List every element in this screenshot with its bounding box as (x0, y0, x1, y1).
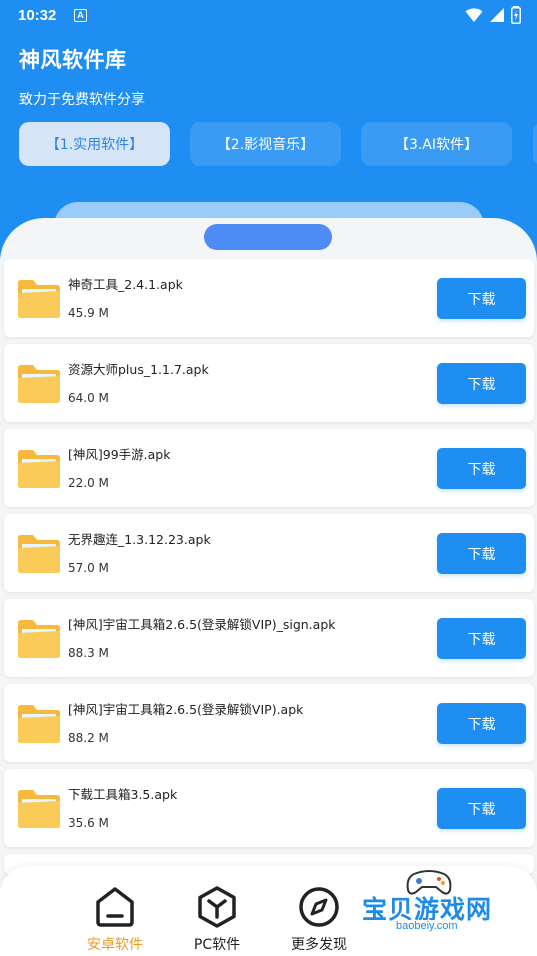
nav-pc-software[interactable]: PC软件 (172, 884, 262, 954)
nav-label: 安卓软件 (87, 937, 143, 953)
folder-icon (18, 365, 60, 403)
tab-ai-software[interactable]: 【3.AI软件】 (361, 122, 512, 166)
wifi-icon (465, 8, 483, 22)
file-row[interactable]: 资源大师plus_1.1.7.apk 64.0 M 下载 (4, 344, 534, 422)
folder-icon (18, 705, 60, 743)
file-row[interactable]: [神风]宇宙工具箱2.6.5(登录解锁VIP).apk 88.2 M 下载 (4, 684, 534, 762)
file-size: 57.0 M (68, 561, 109, 575)
file-name: 无界趣连_1.3.12.23.apk (68, 532, 211, 547)
download-button[interactable]: 下载 (437, 703, 526, 744)
app-title: 神风软件库 (19, 48, 127, 72)
file-size: 64.0 M (68, 391, 109, 405)
sheet-handle[interactable] (204, 224, 332, 250)
folder-icon (18, 280, 60, 318)
file-row[interactable]: 神奇工具_2.4.1.apk 45.9 M 下载 (4, 259, 534, 337)
download-button[interactable]: 下载 (437, 533, 526, 574)
file-name: 下载工具箱3.5.apk (68, 787, 178, 802)
tab-next-partial[interactable] (533, 122, 537, 166)
file-size: 35.6 M (68, 816, 109, 830)
tab-video-music[interactable]: 【2.影视音乐】 (190, 122, 341, 166)
folder-icon (18, 535, 60, 573)
folder-icon (18, 450, 60, 488)
status-a-badge: A (74, 9, 87, 22)
file-size: 88.2 M (68, 731, 109, 745)
file-row[interactable]: 下载工具箱3.5.apk 35.6 M 下载 (4, 769, 534, 847)
download-button[interactable]: 下载 (437, 278, 526, 319)
cube-icon (198, 886, 236, 928)
file-size: 22.0 M (68, 476, 109, 490)
file-row[interactable]: 无界趣连_1.3.12.23.apk 57.0 M 下载 (4, 514, 534, 592)
status-icons (465, 6, 521, 24)
signal-icon (490, 8, 504, 22)
status-bar: 10:32 A (0, 0, 537, 32)
download-button[interactable]: 下载 (437, 788, 526, 829)
nav-label: 更多发现 (291, 937, 347, 953)
app-subtitle: 致力于免费软件分享 (19, 92, 145, 108)
android-home-icon (96, 887, 134, 927)
download-button[interactable]: 下载 (437, 448, 526, 489)
category-tabs: 【1.实用软件】 【2.影视音乐】 【3.AI软件】 (19, 122, 512, 166)
file-name: [神风]99手游.apk (68, 447, 171, 462)
compass-icon (299, 887, 339, 927)
battery-icon (511, 6, 521, 24)
file-size: 88.3 M (68, 646, 109, 660)
file-row[interactable]: [神风]宇宙工具箱2.6.5(登录解锁VIP)_sign.apk 88.3 M … (4, 599, 534, 677)
tab-practical-software[interactable]: 【1.实用软件】 (19, 122, 170, 166)
file-name: 神奇工具_2.4.1.apk (68, 277, 183, 292)
watermark-url: baobeiy.com (390, 920, 464, 932)
folder-icon (18, 620, 60, 658)
file-row[interactable]: [神风]99手游.apk 22.0 M 下载 (4, 429, 534, 507)
watermark-logo: 宝贝游戏网 baobeiy.com (360, 866, 510, 950)
file-name: [神风]宇宙工具箱2.6.5(登录解锁VIP).apk (68, 702, 304, 717)
file-name: 资源大师plus_1.1.7.apk (68, 362, 209, 377)
download-button[interactable]: 下载 (437, 363, 526, 404)
nav-label: PC软件 (193, 937, 241, 953)
folder-icon (18, 790, 60, 828)
download-button[interactable]: 下载 (437, 618, 526, 659)
nav-discover-more[interactable]: 更多发现 (274, 884, 364, 954)
nav-android-software[interactable]: 安卓软件 (70, 884, 160, 954)
status-time: 10:32 (18, 7, 57, 24)
file-name: [神风]宇宙工具箱2.6.5(登录解锁VIP)_sign.apk (68, 617, 336, 632)
file-size: 45.9 M (68, 306, 109, 320)
